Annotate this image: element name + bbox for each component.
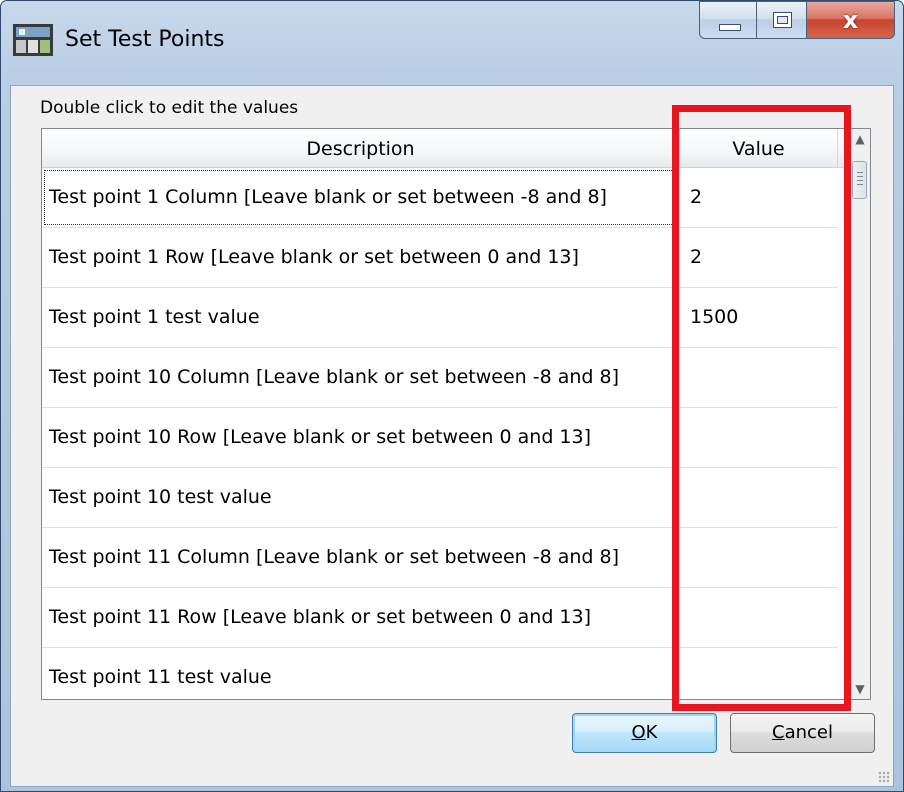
description-cell: Test point 11 test value	[42, 648, 680, 699]
table-row[interactable]: Test point 10 test value	[42, 468, 838, 528]
column-header-value[interactable]: Value	[680, 129, 838, 167]
value-cell[interactable]: 2	[680, 228, 838, 287]
table-row[interactable]: Test point 10 Row [Leave blank or set be…	[42, 408, 838, 468]
description-cell: Test point 11 Row [Leave blank or set be…	[42, 588, 680, 647]
description-cell: Test point 10 test value	[42, 468, 680, 527]
minimize-button[interactable]	[699, 1, 757, 39]
table-row[interactable]: Test point 11 test value	[42, 648, 838, 699]
table-row[interactable]: Test point 1 test value 1500	[42, 288, 838, 348]
value-cell[interactable]: 2	[680, 168, 838, 227]
value-cell[interactable]	[680, 348, 838, 407]
description-cell: Test point 1 test value	[42, 288, 680, 347]
app-icon	[13, 24, 53, 56]
cancel-button[interactable]: Cancel	[730, 713, 875, 753]
scroll-up-arrow-icon[interactable]: ▲	[850, 129, 870, 149]
grid-rows: Test point 1 Column [Leave blank or set …	[42, 168, 838, 699]
title-bar[interactable]: Set Test Points x	[1, 1, 903, 85]
test-points-grid[interactable]: Description Value Test point 1 Column [L…	[41, 128, 871, 700]
table-row[interactable]: Test point 1 Row [Leave blank or set bet…	[42, 228, 838, 288]
grid-header: Description Value	[42, 129, 852, 168]
scroll-down-arrow-icon[interactable]: ▼	[850, 679, 870, 699]
minimize-icon	[719, 24, 741, 31]
ok-label-rest: K	[645, 722, 658, 743]
ok-button[interactable]: OK	[572, 713, 717, 753]
cancel-label-rest: ancel	[784, 722, 833, 743]
scrollbar-thumb[interactable]	[852, 161, 867, 199]
description-cell: Test point 10 Row [Leave blank or set be…	[42, 408, 680, 467]
value-cell[interactable]	[680, 648, 838, 699]
dialog-window: Set Test Points x Double click to edit t…	[0, 0, 904, 792]
value-cell[interactable]: 1500	[680, 288, 838, 347]
value-cell[interactable]	[680, 528, 838, 587]
description-cell: Test point 1 Row [Leave blank or set bet…	[42, 228, 680, 287]
resize-grip-icon[interactable]	[878, 771, 890, 783]
value-cell[interactable]	[680, 468, 838, 527]
close-button[interactable]: x	[807, 1, 895, 39]
maximize-button[interactable]	[757, 1, 807, 39]
value-cell[interactable]	[680, 588, 838, 647]
grip-icon	[857, 172, 863, 188]
caption-buttons: x	[699, 1, 895, 39]
table-row[interactable]: Test point 11 Row [Leave blank or set be…	[42, 588, 838, 648]
description-cell: Test point 10 Column [Leave blank or set…	[42, 348, 680, 407]
value-cell[interactable]	[680, 408, 838, 467]
description-cell: Test point 11 Column [Leave blank or set…	[42, 528, 680, 587]
table-row[interactable]: Test point 10 Column [Leave blank or set…	[42, 348, 838, 408]
instruction-label: Double click to edit the values	[40, 98, 299, 118]
close-icon: x	[842, 6, 859, 34]
table-row[interactable]: Test point 11 Column [Leave blank or set…	[42, 528, 838, 588]
table-row[interactable]: Test point 1 Column [Leave blank or set …	[42, 168, 838, 228]
description-cell: Test point 1 Column [Leave blank or set …	[42, 168, 680, 227]
column-header-description[interactable]: Description	[42, 129, 680, 167]
maximize-icon	[773, 12, 792, 28]
dialog-client-area: Double click to edit the values Descript…	[10, 85, 894, 787]
window-title: Set Test Points	[65, 27, 225, 52]
cancel-mnemonic: C	[772, 722, 785, 743]
ok-mnemonic: O	[631, 722, 646, 743]
vertical-scrollbar[interactable]: ▲ ▼	[849, 129, 870, 699]
